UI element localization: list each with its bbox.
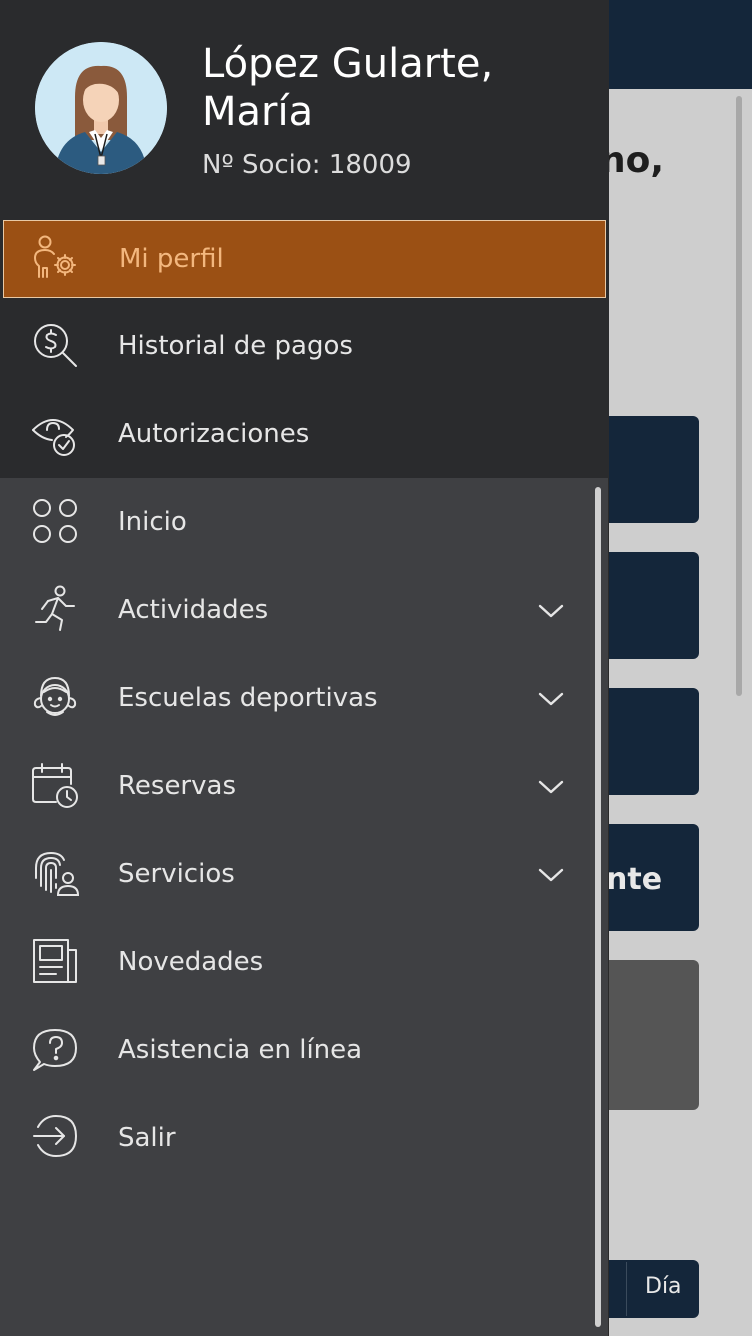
menu-item-actividades[interactable]: Actividades [0, 566, 609, 654]
toggle-divider [626, 1262, 627, 1316]
drawer-scrollbar[interactable] [595, 487, 601, 1327]
chevron-down-icon[interactable] [536, 860, 566, 890]
menu-item-servicios[interactable]: Servicios [0, 830, 609, 918]
content-scrollbar[interactable] [736, 96, 742, 696]
menu-item-salir[interactable]: Salir [0, 1094, 609, 1182]
menu-item-label: Escuelas deportivas [118, 683, 378, 713]
menu-item-label: Historial de pagos [118, 331, 353, 361]
menu-item-label: Mi perfil [119, 244, 224, 274]
help-chat-icon [30, 1024, 82, 1076]
dashboard-card-label: nte [606, 862, 663, 897]
menu-item-mi-perfil[interactable]: Mi perfil [3, 220, 606, 298]
navigation-drawer: López Gularte, María Nº Socio: 18009 Mi … [0, 0, 609, 1336]
menu-item-novedades[interactable]: Novedades [0, 918, 609, 1006]
menu-item-label: Asistencia en línea [118, 1035, 363, 1065]
menu-item-label: Salir [118, 1123, 176, 1153]
user-name: López Gularte, María [202, 40, 592, 136]
menu-item-reservas[interactable]: Reservas [0, 742, 609, 830]
avatar[interactable] [35, 42, 167, 174]
chevron-down-icon[interactable] [536, 684, 566, 714]
chevron-down-icon[interactable] [536, 772, 566, 802]
menu-item-label: Reservas [118, 771, 236, 801]
chevron-down-icon[interactable] [536, 596, 566, 626]
menu-item-label: Actividades [118, 595, 269, 625]
profile-settings-icon [31, 233, 83, 285]
menu-item-asistencia-en-linea[interactable]: Asistencia en línea [0, 1006, 609, 1094]
day-view-button[interactable]: Día [645, 1274, 682, 1299]
calendar-clock-icon [30, 760, 82, 812]
child-face-icon [30, 672, 82, 724]
menu-item-label: Autorizaciones [118, 419, 310, 449]
menu-item-historial-de-pagos[interactable]: Historial de pagos [0, 302, 609, 390]
logout-icon [30, 1112, 82, 1164]
eye-check-icon [30, 408, 82, 460]
menu-item-autorizaciones[interactable]: Autorizaciones [0, 390, 609, 478]
member-number: Nº Socio: 18009 [202, 150, 412, 180]
user-first-name: María [202, 89, 314, 135]
fingerprint-user-icon [30, 848, 82, 900]
menu-item-label: Servicios [118, 859, 235, 889]
menu-item-inicio[interactable]: Inicio [0, 478, 609, 566]
running-person-icon [30, 584, 82, 636]
user-last-name: López Gularte, [202, 41, 494, 87]
menu-item-label: Novedades [118, 947, 264, 977]
menu-item-label: Inicio [118, 507, 187, 537]
newspaper-icon [30, 936, 82, 988]
grid-circles-icon [30, 496, 82, 548]
menu-item-escuelas-deportivas[interactable]: Escuelas deportivas [0, 654, 609, 742]
payment-search-icon [30, 320, 82, 372]
greeting-text: no, [600, 140, 665, 181]
